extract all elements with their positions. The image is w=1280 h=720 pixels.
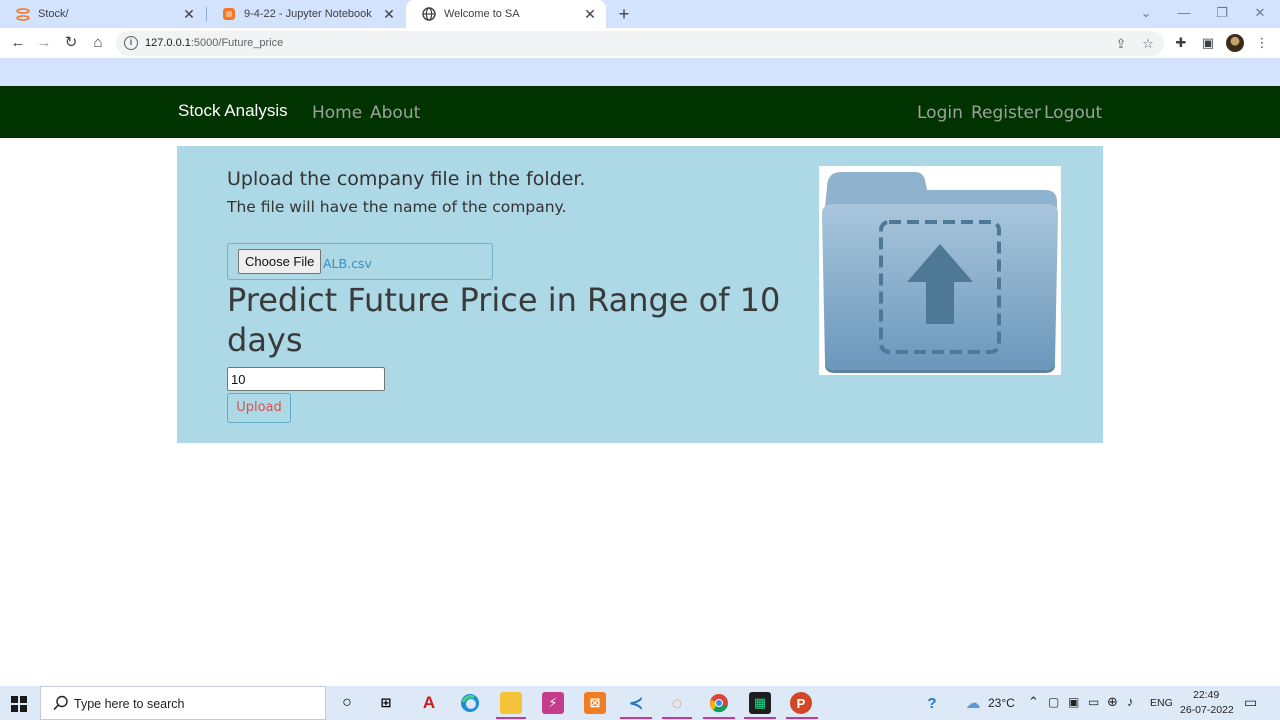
file-explorer-icon[interactable] (500, 692, 522, 714)
forward-icon[interactable]: → (35, 34, 53, 52)
jupyter-notebook-icon (222, 7, 236, 21)
url-host: 127.0.0.1 (145, 37, 191, 49)
clock-time[interactable]: 22:49 (1193, 689, 1219, 701)
upload-heading: Upload the company file in the folder. (227, 168, 586, 190)
jupyter-icon (16, 7, 30, 21)
menu-dots-icon[interactable]: ⋮ (1253, 34, 1271, 52)
edge-icon[interactable] (459, 692, 481, 714)
home-icon[interactable]: ⌂ (89, 34, 107, 52)
search-icon (53, 695, 69, 711)
selected-file-name: ALB.csv (323, 256, 372, 271)
active-app-indicator (496, 717, 526, 719)
cortana-icon[interactable]: ○ (336, 692, 358, 714)
nav-logout-link[interactable]: Logout (1044, 103, 1102, 123)
browser-tab-jupyter-notebook[interactable]: 9-4-22 - Jupyter Notebook ✕ (206, 0, 405, 28)
notifications-icon[interactable]: ▭ (1244, 694, 1257, 711)
windows-start-icon[interactable] (11, 696, 27, 712)
profile-avatar[interactable] (1226, 34, 1244, 52)
browser-toolbar: ← → ↻ ⌂ i 127.0.0.1:5000/Future_price ⇪ … (0, 28, 1280, 58)
taskbar-search-placeholder: Type here to search (74, 697, 185, 711)
active-app-indicator (620, 717, 652, 719)
brand-link[interactable]: Stock Analysis (178, 101, 288, 121)
meet-now-icon[interactable]: ▢ (1048, 695, 1059, 709)
upload-button[interactable]: Upload (227, 393, 291, 423)
tab-title: Welcome to SA (444, 8, 520, 20)
address-bar[interactable]: i 127.0.0.1:5000/Future_price ⇪ ☆ (116, 31, 1164, 56)
minimize-icon[interactable]: — (1174, 5, 1194, 20)
new-tab-icon[interactable]: + (614, 4, 634, 24)
acrobat-icon[interactable]: A (418, 692, 440, 714)
active-app-indicator (703, 717, 735, 719)
network-globe-icon[interactable]: ⊕ (1107, 694, 1118, 710)
taskbar-search-box[interactable]: Type here to search (40, 686, 326, 720)
bookmark-star-icon[interactable]: ☆ (1139, 35, 1157, 53)
tab-title: Stock/ (38, 8, 69, 20)
nav-home-link[interactable]: Home (312, 103, 362, 123)
days-input[interactable] (227, 367, 385, 391)
weather-temp[interactable]: 23°C (988, 696, 1015, 710)
active-app-indicator (662, 717, 692, 719)
display-icon[interactable]: ▣ (1068, 695, 1079, 709)
url-path: :5000/Future_price (190, 37, 284, 49)
windows-taskbar: Type here to search ○ ⊞ A ⚡ ⊠ ≺ ◌ ▦ P ? … (0, 686, 1280, 720)
close-tab-icon[interactable]: ✕ (181, 6, 197, 22)
powerpoint-icon[interactable]: P (790, 692, 812, 714)
close-window-icon[interactable]: ✕ (1250, 5, 1270, 21)
extensions-icon[interactable]: ✚ (1172, 34, 1190, 52)
clock-date[interactable]: 26-07-2022 (1180, 704, 1234, 716)
back-icon[interactable]: ← (9, 34, 27, 52)
task-view-icon[interactable]: ⊞ (375, 692, 397, 714)
active-app-indicator (744, 717, 776, 719)
active-app-indicator (786, 717, 818, 719)
share-icon[interactable]: ⇪ (1112, 35, 1130, 53)
upload-subheading: The file will have the name of the compa… (227, 198, 567, 216)
tray-chevron-icon[interactable]: ⌃ (1028, 694, 1039, 710)
vscode-icon[interactable]: ≺ (625, 692, 647, 714)
jupyter-taskbar-icon[interactable]: ◌ (666, 692, 688, 714)
restore-icon[interactable]: ❐ (1212, 5, 1232, 21)
reload-icon[interactable]: ↻ (62, 34, 80, 52)
upload-panel: Upload the company file in the folder. T… (177, 146, 1103, 443)
pycharm-icon[interactable]: ▦ (749, 692, 771, 714)
nav-register-link[interactable]: Register (971, 103, 1041, 123)
tab-search-icon[interactable]: ⌄ (1136, 5, 1156, 21)
browser-tab-strip: Stock/ ✕ 9-4-22 - Jupyter Notebook ✕ Wel… (0, 0, 1280, 28)
browser-bookmark-band (0, 58, 1280, 86)
close-tab-icon[interactable]: ✕ (582, 6, 598, 22)
help-icon[interactable]: ? (921, 692, 943, 714)
battery-icon[interactable]: ▭ (1088, 695, 1099, 709)
app-s-icon[interactable]: ⚡ (542, 692, 564, 714)
nav-about-link[interactable]: About (370, 103, 420, 123)
url-text: 127.0.0.1:5000/Future_price (145, 37, 283, 49)
nav-login-link[interactable]: Login (917, 103, 963, 123)
tab-title: 9-4-22 - Jupyter Notebook (244, 8, 372, 20)
file-input[interactable]: Choose File ALB.csv (227, 243, 493, 280)
site-navbar: Stock Analysis Home About Login Register… (0, 86, 1280, 138)
browser-tab-welcome[interactable]: Welcome to SA ✕ (406, 0, 606, 28)
close-tab-icon[interactable]: ✕ (381, 6, 397, 22)
folder-upload-icon (819, 166, 1061, 375)
weather-icon[interactable]: ☁ (962, 692, 984, 714)
site-info-icon[interactable]: i (124, 36, 138, 50)
predict-heading: Predict Future Price in Range of 10 days (227, 281, 781, 359)
browser-tab-stock[interactable]: Stock/ ✕ (0, 0, 205, 28)
chrome-icon[interactable] (708, 692, 730, 714)
choose-file-button[interactable]: Choose File (238, 249, 322, 274)
globe-icon (422, 7, 436, 21)
xampp-icon[interactable]: ⊠ (584, 692, 606, 714)
language-indicator[interactable]: ENG (1150, 697, 1173, 709)
volume-icon[interactable]: ♪ (1127, 694, 1134, 709)
side-panel-icon[interactable]: ▣ (1199, 34, 1217, 52)
